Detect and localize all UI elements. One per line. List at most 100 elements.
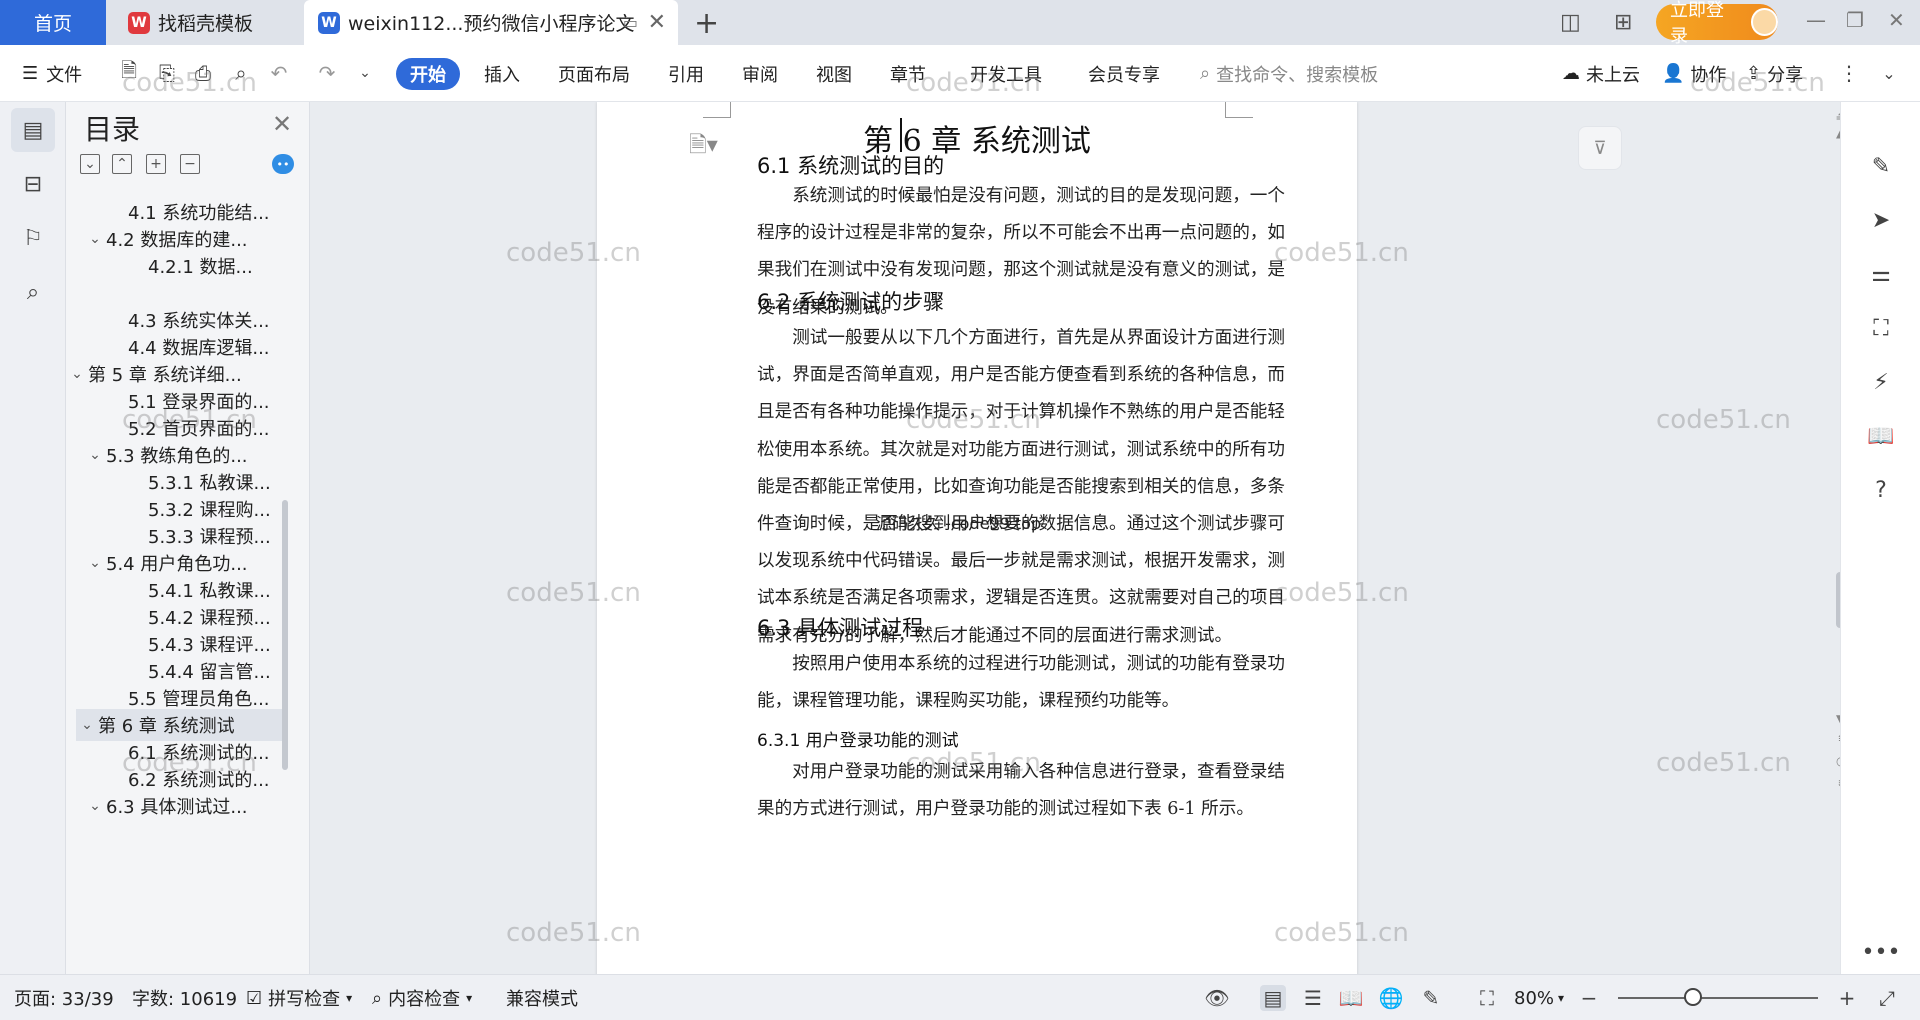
restore-icon[interactable]: ❐ bbox=[1846, 8, 1864, 32]
close-window-icon[interactable]: ✕ bbox=[1888, 8, 1905, 32]
file-label: 文件 bbox=[46, 64, 83, 86]
fullscreen-icon[interactable]: ⤢ bbox=[1874, 985, 1900, 1011]
tab-chapter[interactable]: 章节 bbox=[890, 45, 926, 102]
undo-icon[interactable]: ↶ bbox=[266, 60, 292, 86]
chevron-down-icon: ▾ bbox=[1558, 991, 1565, 1005]
toc-scrollbar[interactable] bbox=[282, 500, 288, 770]
cloud-status[interactable]: ☁ 未上云 bbox=[1562, 45, 1640, 102]
compat-mode[interactable]: 兼容模式 bbox=[506, 975, 578, 1020]
collab-icon: 👤 bbox=[1662, 63, 1685, 84]
translate-book-icon[interactable]: 📖 bbox=[1861, 416, 1901, 456]
save-icon[interactable]: 🗎 bbox=[116, 58, 142, 86]
close-icon[interactable]: ✕ bbox=[272, 110, 292, 138]
more-tools-icon[interactable]: ••• bbox=[1861, 932, 1901, 972]
spell-check-button[interactable]: ☑ 拼写检查 ▾ bbox=[246, 975, 352, 1020]
tab-insert[interactable]: 插入 bbox=[484, 45, 520, 102]
collab-button[interactable]: 👤 协作 bbox=[1662, 45, 1726, 102]
word-count[interactable]: 字数: 10619 bbox=[132, 975, 237, 1020]
bookmark-icon[interactable]: ⚐ bbox=[11, 216, 55, 260]
tab-layout[interactable]: 页面布局 bbox=[558, 45, 630, 102]
print-icon[interactable]: ⎙ bbox=[190, 60, 216, 86]
print-preview-icon[interactable]: ⌕ bbox=[228, 60, 254, 86]
document-canvas: 🗎▾ 第 6 章 系统测试 6.1 系统测试的目的 系统测试的时候最怕是没有问题… bbox=[310, 102, 1840, 974]
tab-home-label: 首页 bbox=[33, 13, 72, 35]
outline-view-icon[interactable]: ☰ bbox=[1300, 985, 1326, 1011]
export-pdf-icon[interactable]: ⎘ bbox=[154, 60, 180, 86]
content-check-button[interactable]: ⌕ 内容检查 ▾ bbox=[372, 975, 472, 1020]
fit-page-icon[interactable]: ⛶ bbox=[1474, 985, 1500, 1011]
login-button[interactable]: 立即登录 bbox=[1656, 0, 1778, 47]
find-icon[interactable]: ⌕ bbox=[11, 270, 55, 314]
minimize-icon[interactable]: — bbox=[1806, 8, 1826, 32]
section-6-3-body: 按照用户使用本系统的过程进行功能测试，测试的功能有登录功能，课程管理功能，课程购… bbox=[757, 654, 1285, 712]
document-page[interactable]: 🗎▾ 第 6 章 系统测试 6.1 系统测试的目的 系统测试的时候最怕是没有问题… bbox=[597, 102, 1357, 974]
new-tab-button[interactable]: + bbox=[694, 6, 719, 41]
window-layout-icon[interactable]: ◫ bbox=[1560, 10, 1581, 35]
section-6-2-body: 测试一般要从以下几个方面进行，首先是从界面设计方面进行测试，界面是否简单直观，用… bbox=[757, 328, 1285, 646]
zoom-value: 80% bbox=[1514, 987, 1555, 1009]
tab-template[interactable]: W 找稻壳模板 bbox=[114, 0, 302, 45]
web-view-icon[interactable]: 🌐 bbox=[1378, 985, 1404, 1011]
text-cursor bbox=[900, 118, 902, 152]
search-placeholder: 查找命令、搜索模板 bbox=[1216, 64, 1379, 86]
filter-icon[interactable]: ⊽ bbox=[1578, 126, 1622, 170]
tab-devtools[interactable]: 开发工具 bbox=[970, 45, 1042, 102]
content-check-icon: ⌕ bbox=[372, 987, 383, 1009]
zoom-in-icon[interactable]: + bbox=[1834, 985, 1860, 1011]
hamburger-icon: ☰ bbox=[22, 63, 39, 84]
command-search[interactable]: ⌕ 查找命令、搜索模板 bbox=[1200, 45, 1378, 102]
tab-member[interactable]: 会员专享 bbox=[1088, 45, 1160, 102]
file-menu[interactable]: ☰ 文件 bbox=[22, 45, 82, 102]
tab-home[interactable]: 首页 bbox=[0, 0, 106, 45]
toc-title: 目录 bbox=[84, 113, 141, 146]
redo-icon[interactable]: ↷ bbox=[314, 60, 340, 86]
select-pointer-icon[interactable]: ➤ bbox=[1861, 200, 1901, 240]
tab-start[interactable]: 开始 bbox=[396, 58, 460, 90]
adjust-sliders-icon[interactable]: ⚌ bbox=[1861, 254, 1901, 294]
section-6-3-1-title: 6.3.1 用户登录功能的测试 bbox=[757, 731, 959, 751]
page-indicator[interactable]: 页面: 33/39 bbox=[14, 975, 114, 1020]
tab-document[interactable]: W weixin112...预约微信小程序论文 ▭ ✕ bbox=[304, 0, 678, 45]
add-heading-icon[interactable]: + bbox=[146, 154, 166, 174]
toc-panel-icon[interactable]: ▤ bbox=[11, 108, 55, 152]
status-bar: 页面: 33/39 字数: 10619 ☑ 拼写检查 ▾ ⌕ 内容检查 ▾ 兼容… bbox=[0, 974, 1920, 1020]
zoom-out-icon[interactable]: − bbox=[1576, 985, 1602, 1011]
chapter-title: 第 6 章 系统测试 bbox=[863, 124, 1091, 159]
chevron-down-icon: ⌄ bbox=[89, 798, 101, 814]
zoom-dropdown[interactable]: 80% ▾ bbox=[1514, 975, 1564, 1020]
close-tab-icon[interactable]: ✕ bbox=[648, 10, 666, 35]
write-view-icon[interactable]: ✎ bbox=[1418, 985, 1444, 1011]
apps-grid-icon[interactable]: ⊞ bbox=[1614, 10, 1632, 35]
collapse-all-icon[interactable]: ⌄ bbox=[80, 154, 100, 174]
section-6-1-title: 6.1 系统测试的目的 bbox=[757, 154, 945, 178]
zoom-slider[interactable] bbox=[1618, 997, 1818, 999]
tab-view[interactable]: 视图 bbox=[816, 45, 852, 102]
collab-label: 协作 bbox=[1690, 64, 1727, 86]
read-view-icon[interactable]: 📖 bbox=[1338, 985, 1364, 1011]
ribbon: ☰ 文件 🗎 ⎘ ⎙ ⌕ ↶ ↷ ⌄ 开始 插入 页面布局 引用 审阅 视图 章… bbox=[0, 45, 1920, 102]
tab-review[interactable]: 审阅 bbox=[742, 45, 778, 102]
docer-logo-icon: W bbox=[128, 11, 150, 34]
spell-check-label: 拼写检查 bbox=[268, 989, 341, 1010]
collapse-ribbon-icon[interactable]: ⌄ bbox=[1876, 60, 1902, 86]
tab-reference[interactable]: 引用 bbox=[668, 45, 704, 102]
ai-spark-icon[interactable]: ⚡ bbox=[1861, 362, 1901, 402]
more-icon[interactable]: ⋮ bbox=[1836, 60, 1862, 86]
share-icon: ⇪ bbox=[1746, 63, 1762, 84]
toc-item[interactable]: 4.2.1 数据... bbox=[126, 250, 253, 282]
eye-protection-icon[interactable]: 👁 bbox=[1204, 985, 1230, 1011]
pen-icon[interactable]: ✎ bbox=[1861, 146, 1901, 186]
help-icon[interactable]: ? bbox=[1861, 470, 1901, 510]
page-view-icon[interactable]: ▤ bbox=[1260, 985, 1286, 1011]
toc-item[interactable]: ⌄ 6.3 具体测试过... bbox=[84, 790, 247, 822]
image-edit-icon[interactable]: ⛶ bbox=[1861, 308, 1901, 348]
share-button[interactable]: ⇪ 分享 bbox=[1746, 45, 1803, 102]
screen-icon[interactable]: ▭ bbox=[623, 13, 638, 32]
remove-heading-icon[interactable]: − bbox=[180, 154, 200, 174]
ai-assistant-icon[interactable]: •• bbox=[272, 154, 294, 174]
navigation-icon[interactable]: ⊟ bbox=[11, 162, 55, 206]
expand-up-icon[interactable]: ⌃ bbox=[112, 154, 132, 174]
zoom-slider-handle[interactable] bbox=[1684, 988, 1702, 1006]
quick-access-more-icon[interactable]: ⌄ bbox=[352, 60, 378, 86]
tab-start-label: 开始 bbox=[410, 65, 446, 86]
